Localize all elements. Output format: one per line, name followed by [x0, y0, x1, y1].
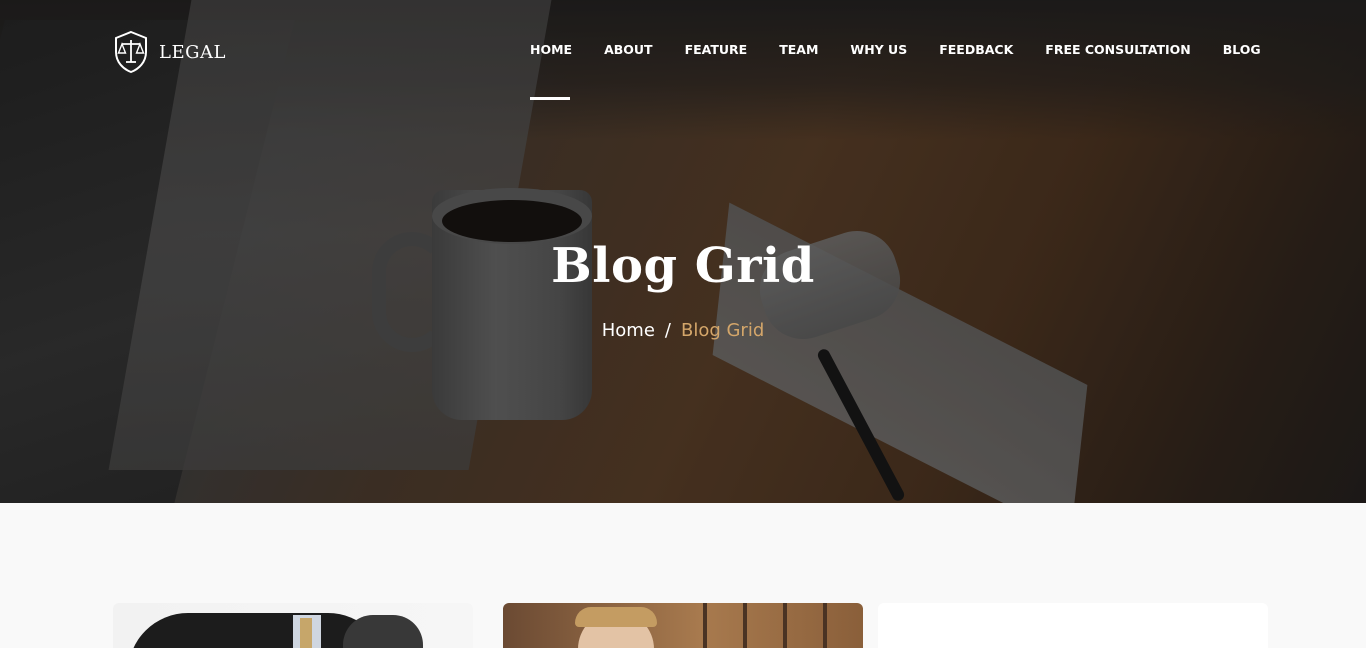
breadcrumb-current: Blog Grid	[680, 320, 765, 341]
nav-item-free-consultation[interactable]: FREE CONSULTATION	[1029, 42, 1206, 57]
blog-card-image-judge[interactable]	[113, 603, 473, 648]
nav-item-feedback[interactable]: FEEDBACK	[923, 42, 1029, 57]
site-logo[interactable]: LEGAL	[113, 30, 226, 74]
nav-item-why-us[interactable]: WHY US	[834, 42, 923, 57]
scales-shield-icon	[115, 30, 147, 74]
breadcrumb-home-link[interactable]: Home	[602, 320, 655, 341]
blog-card-blank[interactable]	[878, 603, 1268, 648]
bookshelf-divider	[823, 603, 827, 648]
judge-tie-image	[300, 618, 312, 648]
nav-item-blog[interactable]: BLOG	[1207, 42, 1277, 57]
page-hero-banner: LEGAL HOME ABOUT FEATURE TEAM WHY US FEE…	[0, 0, 1366, 503]
bookshelf-divider	[783, 603, 787, 648]
bookshelf-divider	[703, 603, 707, 648]
nav-item-about[interactable]: ABOUT	[588, 42, 669, 57]
lawyer-hair-image	[575, 607, 657, 627]
breadcrumb: Home / Blog Grid	[0, 320, 1366, 341]
blog-card-image-lawyer[interactable]	[503, 603, 863, 648]
main-navigation: HOME ABOUT FEATURE TEAM WHY US FEEDBACK …	[514, 42, 1277, 100]
nav-item-home[interactable]: HOME	[514, 42, 588, 100]
site-logo-text: LEGAL	[159, 41, 226, 63]
nav-item-feature[interactable]: FEATURE	[669, 42, 764, 57]
bookshelf-divider	[743, 603, 747, 648]
page-title: Blog Grid	[551, 238, 815, 294]
judge-robe-sleeve-image	[343, 615, 423, 648]
breadcrumb-separator: /	[664, 320, 671, 341]
nav-item-team[interactable]: TEAM	[763, 42, 834, 57]
